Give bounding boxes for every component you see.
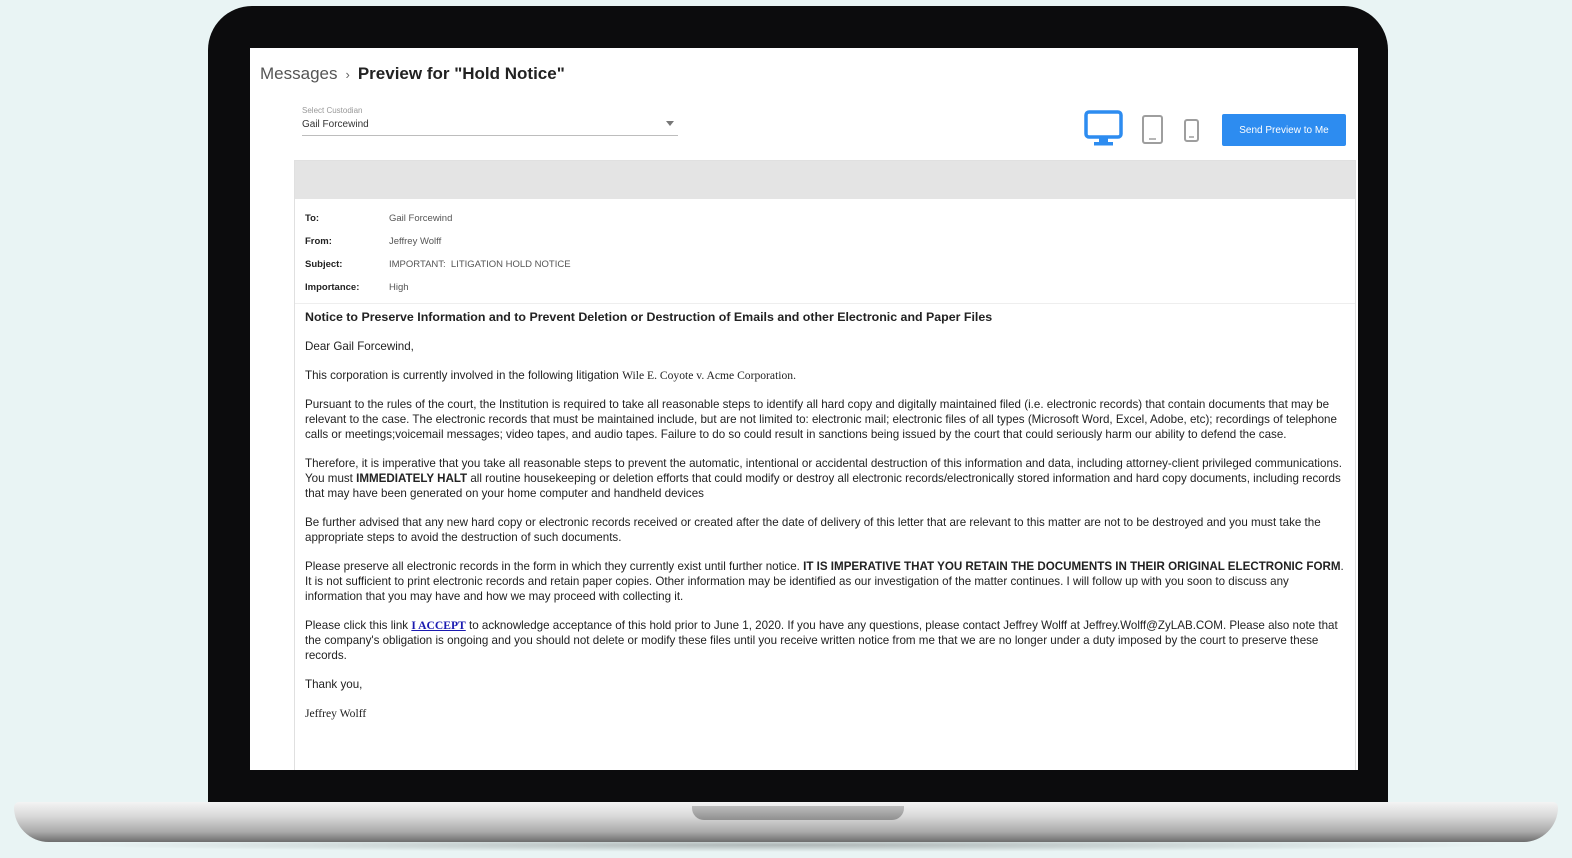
send-preview-button[interactable]: Send Preview to Me <box>1222 114 1346 146</box>
chevron-down-icon[interactable] <box>666 121 674 126</box>
case-name: Wile E. Coyote v. Acme Corporation. <box>622 369 797 382</box>
page-title: Preview for "Hold Notice" <box>357 64 565 83</box>
breadcrumb: Messages › Preview for "Hold Notice" <box>260 64 565 84</box>
email-greeting: Dear Gail Forcewind, <box>305 340 414 353</box>
phone-view-button[interactable] <box>1183 118 1201 144</box>
p1-text: This corporation is currently involved i… <box>305 369 623 382</box>
p6-text-a: Please click this link <box>305 619 412 632</box>
email-body: Notice to Preserve Information and to Pr… <box>295 304 1355 721</box>
breadcrumb-messages-link[interactable]: Messages <box>260 64 337 83</box>
meta-row-to: To: Gail Forcewind <box>305 207 1345 230</box>
email-paragraph-4: Be further advised that any new hard cop… <box>305 516 1321 544</box>
accept-link[interactable]: I ACCEPT <box>411 619 465 632</box>
desktop-view-button[interactable] <box>1084 110 1124 148</box>
email-preview: To: Gail Forcewind From: Jeffrey Wolff S… <box>294 160 1356 770</box>
importance-label: Importance: <box>305 282 360 293</box>
p5-bold: IT IS IMPERATIVE THAT YOU RETAIN THE DOC… <box>803 560 1341 573</box>
custodian-select-label: Select Custodian <box>302 106 363 115</box>
from-value: Jeffrey Wolff <box>389 236 442 247</box>
to-label: To: <box>305 213 320 224</box>
tablet-view-button[interactable] <box>1141 114 1165 146</box>
p3-bold: IMMEDIATELY HALT <box>356 472 468 485</box>
email-paragraph-1: This corporation is currently involved i… <box>305 368 1345 383</box>
email-paragraph-2: Pursuant to the rules of the court, the … <box>305 398 1337 441</box>
importance-value: High <box>389 282 409 293</box>
laptop-screen: Messages › Preview for "Hold Notice" Selec… <box>250 48 1358 770</box>
subject-label: Subject: <box>305 259 343 270</box>
email-meta: To: Gail Forcewind From: Jeffrey Wolff S… <box>295 199 1355 304</box>
custodian-select-text: Gail Forcewind <box>302 119 369 130</box>
email-paragraph-6: Please click this link I ACCEPT to ackno… <box>305 618 1345 663</box>
email-closing: Thank you, <box>305 678 363 691</box>
custodian-select-value[interactable]: Gail Forcewind <box>302 119 678 136</box>
tablet-icon <box>1142 115 1163 144</box>
to-value: Gail Forcewind <box>389 213 453 224</box>
desktop-icon <box>1084 110 1123 146</box>
laptop-notch <box>692 806 904 820</box>
breadcrumb-separator: › <box>345 67 350 82</box>
email-paragraph-3: Therefore, it is imperative that you tak… <box>305 456 1345 501</box>
email-heading: Notice to Preserve Information and to Pr… <box>305 310 993 324</box>
custodian-select[interactable]: Select Custodian Gail Forcewind <box>302 106 678 136</box>
email-signature: Jeffrey Wolff <box>305 707 367 720</box>
p5-text-a: Please preserve all electronic records i… <box>305 560 804 573</box>
email-paragraph-5: Please preserve all electronic records i… <box>305 559 1345 604</box>
meta-row-importance: Importance: High <box>305 276 1345 299</box>
preview-header-bar <box>295 161 1355 199</box>
meta-row-from: From: Jeffrey Wolff <box>305 230 1345 253</box>
subject-value: IMPORTANT: LITIGATION HOLD NOTICE <box>389 259 571 270</box>
meta-row-subject: Subject: IMPORTANT: LITIGATION HOLD NOTI… <box>305 253 1345 276</box>
from-label: From: <box>305 236 332 247</box>
phone-icon <box>1184 119 1199 142</box>
